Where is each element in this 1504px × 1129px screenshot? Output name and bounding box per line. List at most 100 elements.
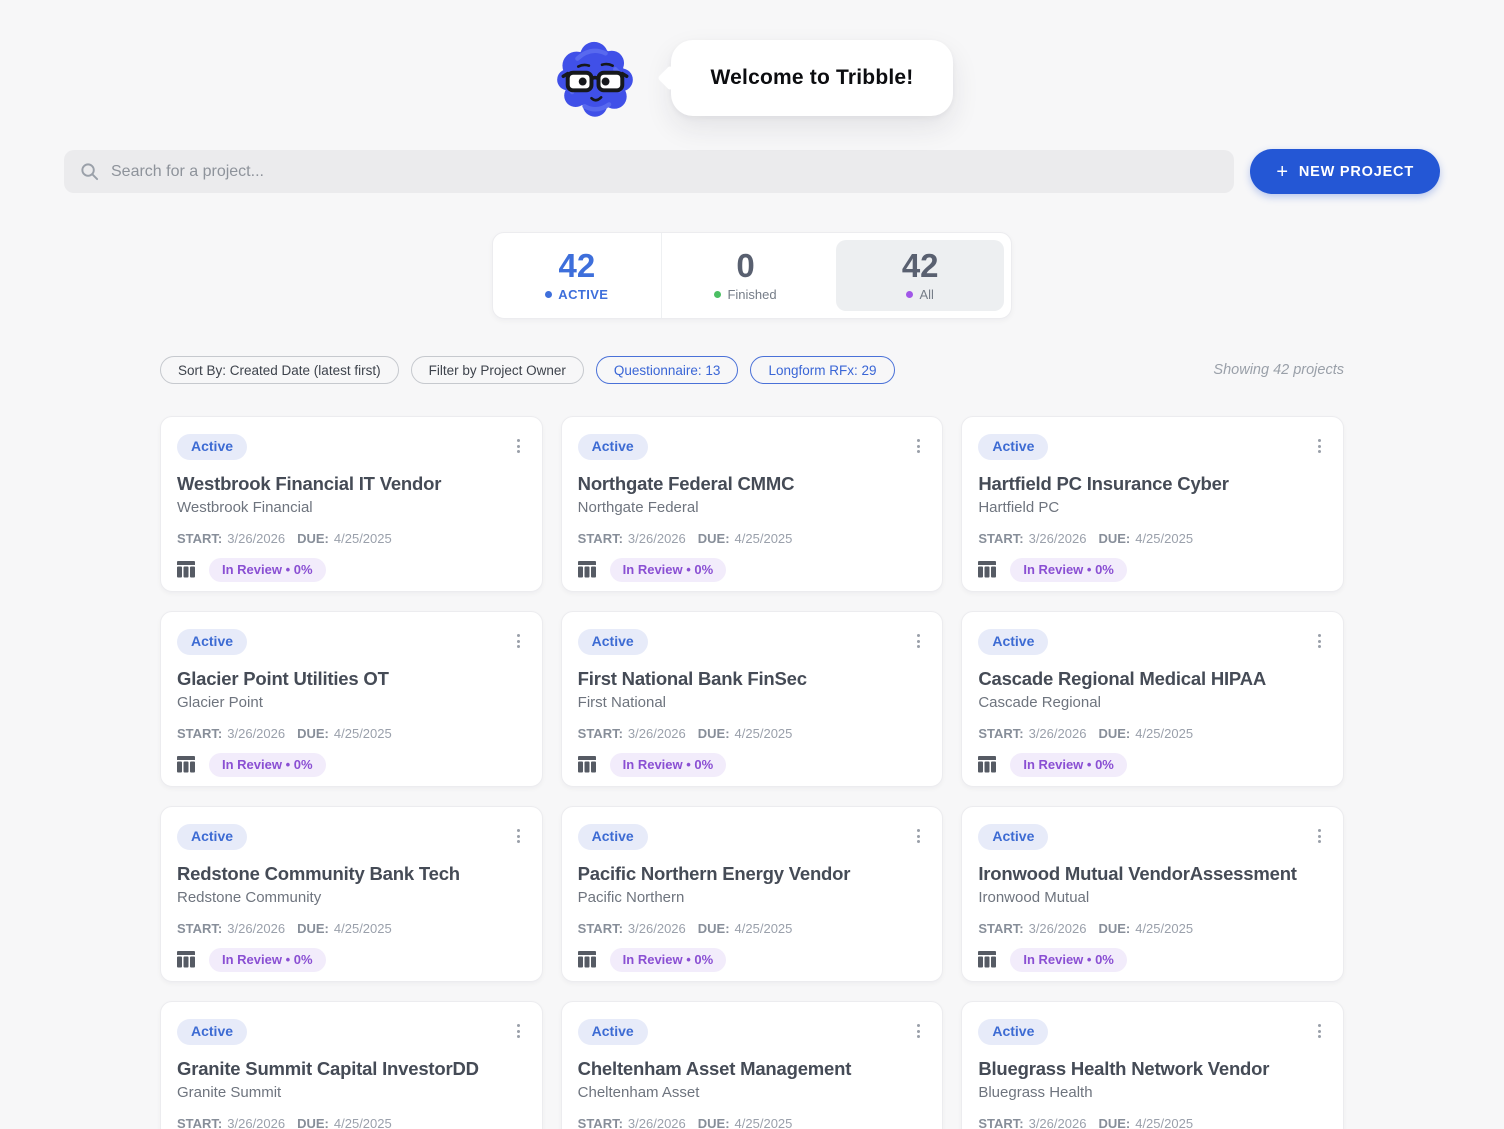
new-project-button[interactable]: + NEW PROJECT [1250,149,1440,194]
start-label: START: [978,725,1024,741]
kebab-menu-icon[interactable] [511,827,526,845]
project-card[interactable]: Active Glacier Point Utilities OT Glacie… [160,611,543,787]
stat-active[interactable]: 42 ACTIVE [493,233,661,318]
project-card[interactable]: Active First National Bank FinSec First … [560,611,944,787]
search-icon [81,163,99,181]
due-date: 4/25/2025 [1135,725,1194,741]
project-card[interactable]: Active Redstone Community Bank Tech Reds… [160,806,543,982]
table-icon [177,951,195,968]
start-label: START: [978,530,1024,546]
review-badge: In Review • 0% [1010,947,1127,972]
active-label: ACTIVE [545,287,608,302]
search-bar[interactable] [64,150,1235,193]
due-label: DUE: [1098,1115,1131,1129]
search-input[interactable] [111,162,1219,181]
due-date: 4/25/2025 [333,1115,392,1129]
project-title: Hartfield PC Insurance Cyber [978,472,1229,494]
plus-icon: + [1276,160,1289,183]
project-title: Granite Summit Capital InvestorDD [177,1057,479,1079]
card-footer: In Review • 0% [577,557,927,582]
project-card[interactable]: Active Cheltenham Asset Management Chelt… [560,1001,944,1129]
project-dates: START: 3/26/2026 DUE: 4/25/2025 [978,531,1327,546]
card-top-row: Active [978,1019,1327,1045]
card-footer: In Review • 0% [978,557,1327,582]
project-dates: START: 3/26/2026 DUE: 4/25/2025 [177,921,526,936]
project-card[interactable]: Active Hartfield PC Insurance Cyber Hart… [961,416,1344,592]
project-dates: START: 3/26/2026 DUE: 4/25/2025 [578,921,927,936]
kebab-menu-icon[interactable] [511,632,526,650]
project-card[interactable]: Active Granite Summit Capital InvestorDD… [160,1001,543,1129]
new-project-label: NEW PROJECT [1298,163,1414,180]
project-title: Redstone Community Bank Tech [177,862,460,884]
stat-finished[interactable]: 0 Finished [660,233,830,318]
start-date: 3/26/2026 [227,530,286,546]
card-top-row: Active [177,824,526,850]
table-icon [978,951,997,968]
kebab-menu-icon[interactable] [1312,1022,1327,1040]
due-date: 4/25/2025 [333,530,392,546]
project-card[interactable]: Active Westbrook Financial IT Vendor Wes… [160,416,543,592]
start-date: 3/26/2026 [227,725,286,741]
filters-row: Sort By: Created Date (latest first) Fil… [160,356,1344,384]
kebab-menu-icon[interactable] [911,827,926,845]
project-card[interactable]: Active Bluegrass Health Network Vendor B… [961,1001,1344,1129]
questionnaire-chip[interactable]: Questionnaire: 13 [595,356,739,384]
review-badge: In Review • 0% [1010,752,1127,777]
project-card[interactable]: Active Northgate Federal CMMC Northgate … [560,416,944,592]
start-label: START: [978,1115,1024,1129]
welcome-speech-bubble: Welcome to Tribble! [670,39,954,116]
review-badge: In Review • 0% [609,557,727,582]
project-card[interactable]: Active Ironwood Mutual VendorAssessment … [961,806,1344,982]
start-label: START: [577,920,623,936]
kebab-menu-icon[interactable] [911,1022,926,1040]
start-label: START: [177,1115,223,1129]
due-label: DUE: [1098,725,1131,741]
kebab-menu-icon[interactable] [1312,632,1327,650]
stat-all[interactable]: 42 All [836,240,1005,311]
kebab-menu-icon[interactable] [1312,827,1327,845]
kebab-menu-icon[interactable] [911,437,926,455]
filter-owner-chip[interactable]: Filter by Project Owner [410,356,584,384]
active-count: 42 [558,247,596,285]
project-owner: Bluegrass Health [978,1083,1093,1101]
status-badge: Active [978,629,1049,655]
start-date: 3/26/2026 [227,920,286,936]
card-footer: In Review • 0% [978,752,1327,777]
start-label: START: [978,920,1024,936]
status-badge: Active [177,434,248,460]
project-title: Bluegrass Health Network Vendor [978,1057,1270,1079]
table-icon [577,756,596,773]
start-date: 3/26/2026 [627,920,686,936]
card-footer: In Review • 0% [177,947,526,972]
project-owner: Pacific Northern [577,888,685,906]
due-label: DUE: [1098,530,1131,546]
project-card[interactable]: Active Pacific Northern Energy Vendor Pa… [560,806,944,982]
table-icon [577,561,596,578]
all-label-text: All [919,286,934,302]
showing-projects-count: Showing 42 projects [1213,362,1344,378]
start-date: 3/26/2026 [627,725,686,741]
finished-dot [714,290,722,298]
due-label: DUE: [297,920,329,936]
finished-count: 0 [736,247,755,285]
status-badge: Active [978,434,1049,460]
project-dates: START: 3/26/2026 DUE: 4/25/2025 [177,726,526,741]
card-footer: In Review • 0% [177,557,526,582]
project-card[interactable]: Active Cascade Regional Medical HIPAA Ca… [961,611,1344,787]
kebab-menu-icon[interactable] [511,437,526,455]
card-footer: In Review • 0% [577,947,927,972]
search-row: + NEW PROJECT [64,149,1440,194]
project-owner: Granite Summit [177,1083,282,1101]
due-date: 4/25/2025 [734,1115,793,1129]
kebab-menu-icon[interactable] [911,632,926,650]
project-owner: Hartfield PC [978,498,1060,516]
longform-rfx-chip[interactable]: Longform RFx: 29 [750,356,895,384]
due-label: DUE: [297,530,329,546]
project-dates: START: 3/26/2026 DUE: 4/25/2025 [578,726,927,741]
kebab-menu-icon[interactable] [511,1022,526,1040]
status-badge: Active [978,824,1049,850]
table-icon [177,756,195,773]
kebab-menu-icon[interactable] [1312,437,1327,455]
sort-by-chip[interactable]: Sort By: Created Date (latest first) [160,356,399,384]
card-top-row: Active [177,629,526,655]
